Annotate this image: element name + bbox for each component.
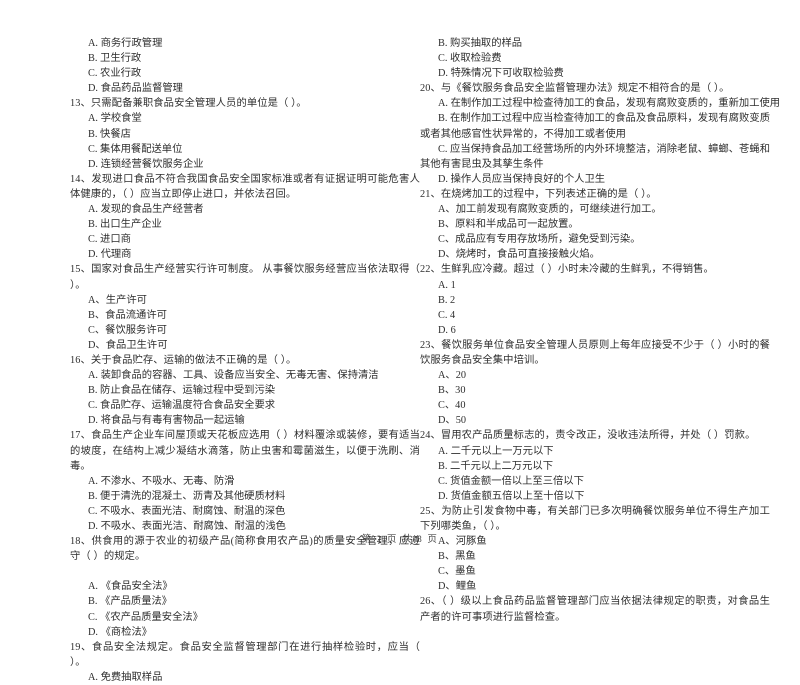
question-option[interactable]: B、30 [420,383,770,398]
line-spacer [70,564,420,579]
question-option[interactable]: D. 代理商 [70,247,420,262]
question-stem: 19、食品安全法规定。食品安全监督管理部门在进行抽样检验时，应当（ ）。 [70,641,420,668]
question-option[interactable]: D、食品卫生许可 [70,338,420,353]
question-option[interactable]: B. 卫生行政 [70,51,420,66]
question-option[interactable]: C、成品应有专用存放场所，避免受到污染。 [420,232,770,247]
question-option[interactable]: C. 不吸水、表面光洁、耐腐蚀、耐温的深色 [70,504,420,519]
question-option[interactable]: D、烧烤时，食品可直接接触火焰。 [420,247,770,262]
question-stem: 22、生鲜乳应冷藏。超过（ ）小时未冷藏的生鲜乳，不得销售。 [420,264,714,276]
question-option[interactable]: C. 4 [420,308,770,323]
question-option[interactable]: B. 2 [420,293,770,308]
question-option[interactable]: D. 将食品与有毒有害物品一起运输 [70,413,420,428]
question-stem: 21、在烧烤加工的过程中，下列表述正确的是（ ）。 [420,188,657,200]
question-option[interactable]: C. 收取检验费 [420,51,770,66]
question-option[interactable]: D. 货值金额五倍以上至十倍以下 [420,489,770,504]
question-stem: 17、食品生产企业车间屋顶或天花板应选用（ ）材料覆涂或装修，要有适当的坡度，在… [70,430,420,472]
question-option[interactable]: C. 应当保持食品加工经营场所的内外环境整洁，消除老鼠、蟑螂、苍蝇和其他有害昆虫… [420,142,770,172]
exam-page: A. 商务行政管理 B. 卫生行政 C. 农业行政 D. 食品药品监督管理 13、只需配… [0,0,800,683]
question-option[interactable]: C、40 [420,398,770,413]
question-option[interactable]: D. 不吸水、表面光洁、耐腐蚀、耐温的浅色 [70,519,420,534]
question-option[interactable]: A. 二千元以上一万元以下 [420,444,770,459]
question-option[interactable]: D. 6 [420,323,770,338]
question-option[interactable]: B. 在制作加工过程中应当检查待加工的食品及食品原料，发现有腐败变质或者其他感官… [420,111,770,141]
question-option[interactable]: B. 便于清洗的混凝土、沥青及其他硬质材料 [70,489,420,504]
question-option[interactable]: D. 特殊情况下可收取检验费 [420,66,770,81]
question-stem: 24、冒用农产品质量标志的，责令改正，没收违法所得，并处（ ）罚款。 [420,430,756,442]
question-option[interactable]: D. 食品药品监督管理 [70,81,420,96]
question-stem: 26、（ ）级以上食品药品监督管理部门应当依据法律规定的职责，对食品生产者的许可… [420,596,770,623]
question-option[interactable]: D. 《商检法》 [70,625,420,640]
page-footer: 第 2 页 共 8 页 [361,535,439,545]
question-option[interactable]: C、餐饮服务许可 [70,323,420,338]
question-option[interactable]: A. 学校食堂 [70,111,420,126]
question-option[interactable]: A. 1 [420,278,770,293]
question-option[interactable]: A. 商务行政管理 [70,36,420,51]
question-stem: 23、餐饮服务单位食品安全管理人员原则上每年应接受不少于（ ）小时的餐饮服务食品… [420,339,770,366]
question-stem: 13、只需配备兼职食品安全管理人员的单位是（ ）。 [70,98,307,110]
question-option[interactable]: B. 二千元以上二万元以下 [420,459,770,474]
question-option[interactable]: A. 在制作加工过程中检查待加工的食品，发现有腐败变质的，重新加工使用 [420,96,780,111]
question-option[interactable]: C. 集体用餐配送单位 [70,142,420,157]
question-stem: 25、为防止引发食物中毒，有关部门已多次明确餐饮服务单位不得生产加工下列哪类鱼，… [420,505,770,532]
question-option[interactable]: A. 装卸食品的容器、工具、设备应当安全、无毒无害、保持清洁 [70,368,420,383]
question-option[interactable]: A. 《食品安全法》 [70,579,420,594]
question-stem: 15、国家对食品生产经营实行许可制度。 从事餐饮服务经营应当依法取得（ ）。 [70,264,420,291]
question-option[interactable]: B. 购买抽取的样品 [420,36,770,51]
question-option[interactable]: A. 免费抽取样品 [70,670,420,685]
question-option[interactable]: B. 《产品质量法》 [70,594,420,609]
question-stem: 16、关于食品贮存、运输的做法不正确的是（ ）。 [70,354,297,366]
question-option[interactable]: D. 连锁经营餐饮服务企业 [70,157,420,172]
question-option[interactable]: A、20 [420,368,770,383]
question-stem: 14、发现进口食品不符合我国食品安全国家标准或者有证据证明可能危害人体健康的，（… [70,173,420,200]
question-option[interactable]: B. 出口生产企业 [70,217,420,232]
question-option[interactable]: A、加工前发现有腐败变质的，可继续进行加工。 [420,202,770,217]
question-option[interactable]: D. 操作人员应当保持良好的个人卫生 [420,172,770,187]
question-option[interactable]: B、黑鱼 [420,549,770,564]
two-column-body: A. 商务行政管理 B. 卫生行政 C. 农业行政 D. 食品药品监督管理 13、只需配… [0,36,800,685]
question-option[interactable]: C、墨鱼 [420,564,770,579]
question-option[interactable]: D、鲤鱼 [420,579,770,594]
question-option[interactable]: C. 农业行政 [70,66,420,81]
question-option[interactable]: A、生产许可 [70,293,420,308]
question-option[interactable]: C. 货值金额一倍以上至三倍以下 [420,474,770,489]
question-option[interactable]: B. 防止食品在储存、运输过程中受到污染 [70,383,420,398]
question-stem: 20、与《餐饮服务食品安全监督管理办法》规定不相符合的是（ ）。 [420,83,730,95]
question-option[interactable]: B. 快餐店 [70,127,420,142]
left-column: A. 商务行政管理 B. 卫生行政 C. 农业行政 D. 食品药品监督管理 13、只需配… [70,36,420,685]
question-option[interactable]: C. 《农产品质量安全法》 [70,610,420,625]
question-option[interactable]: C. 进口商 [70,232,420,247]
question-option[interactable]: A. 不渗水、不吸水、无毒、防滑 [70,474,420,489]
question-option[interactable]: C. 食品贮存、运输温度符合食品安全要求 [70,398,420,413]
question-option[interactable]: A. 发现的食品生产经营者 [70,202,420,217]
question-option[interactable]: D、50 [420,413,770,428]
question-option[interactable]: B、食品流通许可 [70,308,420,323]
question-option[interactable]: B、原料和半成品可一起放置。 [420,217,770,232]
